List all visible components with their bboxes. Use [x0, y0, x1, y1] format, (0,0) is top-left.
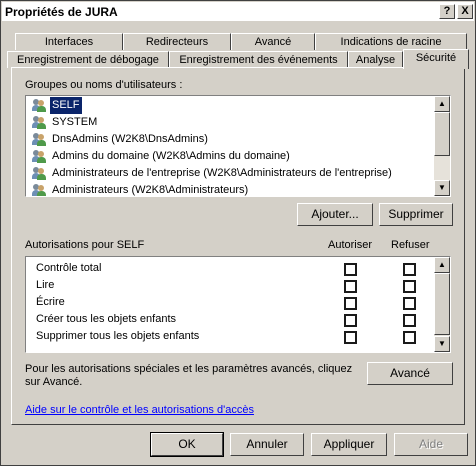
allow-checkbox[interactable]: [344, 280, 357, 293]
groups-label: Groupes ou noms d'utilisateurs :: [25, 79, 183, 91]
tab-enregistrement-debogage[interactable]: Enregistrement de débogage: [7, 51, 169, 68]
users-group-icon: [32, 99, 46, 112]
special-permissions-text-line1: Pour les autorisations spéciales et les …: [25, 363, 353, 375]
help-link[interactable]: Aide sur le contrôle et les autorisation…: [25, 404, 254, 416]
users-scrollbar[interactable]: ▲ ▼: [434, 96, 450, 196]
scroll-up-arrow-icon[interactable]: ▲: [434, 96, 450, 112]
users-listbox[interactable]: SELF SYSTEM DnsAdmins (W2K8\DnsAdmins) A…: [25, 95, 451, 197]
tab-row-top: Interfaces Redirecteurs Avancé Indicatio…: [15, 33, 467, 50]
tab-enregistrement-evenements[interactable]: Enregistrement des événements: [169, 51, 348, 68]
permission-name: Créer tous les objets enfants: [36, 313, 177, 325]
special-permissions-text-line2: sur Avancé.: [25, 376, 83, 388]
users-group-icon: [32, 150, 46, 163]
user-name: SYSTEM: [52, 116, 98, 128]
deny-checkbox[interactable]: [403, 263, 416, 276]
allow-checkbox[interactable]: [344, 297, 357, 310]
user-name: Admins du domaine (W2K8\Admins du domain…: [52, 150, 290, 162]
users-group-icon: [32, 184, 46, 196]
permissions-scrollbar[interactable]: ▲ ▼: [434, 257, 450, 352]
permission-name: Écrire: [36, 296, 65, 308]
allow-column-header: Autoriser: [328, 239, 373, 251]
tab-indications-racine[interactable]: Indications de racine: [315, 33, 467, 50]
permission-row: Contrôle total: [36, 260, 101, 277]
security-panel: Groupes ou noms d'utilisateurs : SELF SY…: [11, 67, 465, 425]
users-group-icon: [32, 133, 46, 146]
permission-row: Supprimer tous les objets enfants: [36, 328, 199, 345]
cancel-button[interactable]: Annuler: [230, 433, 304, 456]
permissions-label: Autorisations pour SELF: [25, 239, 145, 251]
tab-interfaces[interactable]: Interfaces: [15, 33, 123, 50]
close-button[interactable]: X: [457, 4, 473, 19]
permission-name: Supprimer tous les objets enfants: [36, 330, 200, 342]
scroll-thumb[interactable]: [434, 112, 450, 156]
users-group-icon: [32, 167, 46, 180]
apply-button[interactable]: Appliquer: [311, 433, 387, 456]
allow-checkbox[interactable]: [344, 331, 357, 344]
user-name: Administrateurs de l'entreprise (W2K8\Ad…: [52, 167, 392, 179]
tab-analyse[interactable]: Analyse: [348, 51, 403, 68]
tab-redirecteurs[interactable]: Redirecteurs: [123, 33, 231, 50]
title-bar[interactable]: Propriétés de JURA ? X: [2, 2, 474, 21]
add-button[interactable]: Ajouter...: [297, 203, 373, 226]
allow-checkbox[interactable]: [344, 314, 357, 327]
deny-checkbox[interactable]: [403, 314, 416, 327]
scroll-down-arrow-icon[interactable]: ▼: [434, 336, 450, 352]
scroll-up-arrow-icon[interactable]: ▲: [434, 257, 450, 273]
help-button[interactable]: Aide: [394, 433, 468, 456]
tab-securite[interactable]: Sécurité: [403, 49, 469, 69]
permission-row: Créer tous les objets enfants: [36, 311, 176, 328]
help-title-button[interactable]: ?: [439, 4, 455, 19]
permissions-listbox[interactable]: Contrôle total Lire Écrire Créer tous le…: [25, 256, 451, 353]
deny-checkbox[interactable]: [403, 331, 416, 344]
user-name: Administrateurs (W2K8\Administrateurs): [52, 184, 249, 196]
deny-checkbox[interactable]: [403, 280, 416, 293]
permission-name: Lire: [36, 279, 55, 291]
deny-checkbox[interactable]: [403, 297, 416, 310]
scroll-thumb[interactable]: [434, 273, 450, 335]
advanced-button[interactable]: Avancé: [367, 362, 453, 385]
deny-column-header: Refuser: [391, 239, 430, 251]
allow-checkbox[interactable]: [344, 263, 357, 276]
user-row[interactable]: SELF: [28, 97, 432, 114]
permission-name: Contrôle total: [36, 262, 102, 274]
users-group-icon: [32, 116, 46, 129]
user-name: DnsAdmins (W2K8\DnsAdmins): [52, 133, 208, 145]
permission-row: Écrire: [36, 294, 65, 311]
properties-dialog: Propriétés de JURA ? X Interfaces Redire…: [0, 0, 476, 466]
window-title: Propriétés de JURA: [5, 5, 118, 19]
permission-row: Lire: [36, 277, 54, 294]
ok-button[interactable]: OK: [150, 432, 224, 457]
tab-avance[interactable]: Avancé: [231, 33, 315, 50]
tab-row-bottom: Enregistrement de débogage Enregistremen…: [7, 49, 469, 69]
scroll-down-arrow-icon[interactable]: ▼: [434, 180, 450, 196]
user-name: SELF: [50, 97, 82, 114]
remove-button[interactable]: Supprimer: [379, 203, 453, 226]
